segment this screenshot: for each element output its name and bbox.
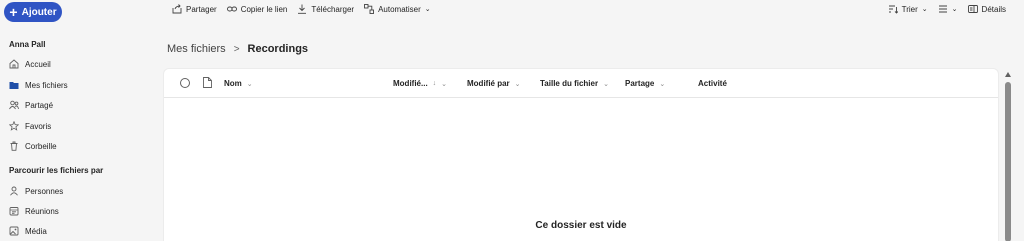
table-header: Nom ⌄ Modifié... ↓ ⌄ Modifié par ⌄ Taill… — [164, 69, 998, 98]
sidebar-item-label: Partagé — [25, 100, 54, 110]
sort-button[interactable]: Trier ⌄ — [888, 4, 928, 14]
download-icon — [298, 4, 307, 14]
view-options-button[interactable]: ⌄ — [938, 4, 958, 14]
automate-label: Automatiser — [378, 4, 421, 14]
download-label: Télécharger — [311, 4, 355, 14]
share-button[interactable]: Partager — [172, 4, 217, 14]
automate-icon — [364, 4, 375, 14]
sidebar-item-label: Corbeille — [25, 141, 57, 151]
column-header-sharing[interactable]: Partage ⌄ — [625, 79, 665, 88]
breadcrumb-separator-icon: > — [233, 43, 240, 55]
image-icon — [9, 226, 19, 236]
vertical-scrollbar[interactable] — [1004, 72, 1012, 241]
column-header-file-size[interactable]: Taille du fichier ⌄ — [540, 79, 609, 88]
toolbar-view-actions: Trier ⌄ ⌄ Détails — [888, 4, 1006, 14]
column-header-label: Taille du fichier — [540, 79, 599, 88]
chevron-down-icon: ⌄ — [921, 6, 928, 13]
column-header-modified[interactable]: Modifié... ↓ ⌄ — [393, 79, 447, 88]
share-label: Partager — [186, 4, 217, 14]
sort-label: Trier — [901, 4, 918, 14]
sidebar-item-label: Accueil — [25, 59, 51, 69]
chevron-down-icon: ⌄ — [951, 6, 958, 13]
plus-icon: + — [9, 3, 18, 20]
home-icon — [9, 59, 19, 69]
column-header-label: Partage — [625, 79, 655, 88]
copy-link-label: Copier le lien — [240, 4, 288, 14]
scroll-up-arrow-icon[interactable] — [1005, 72, 1011, 77]
chevron-down-icon: ⌄ — [441, 80, 448, 88]
people-icon — [9, 100, 19, 110]
column-header-activity[interactable]: Activité — [698, 79, 727, 88]
download-button[interactable]: Télécharger — [297, 4, 354, 14]
user-name: Anna Pall — [9, 40, 46, 49]
details-button[interactable]: Détails — [967, 4, 1006, 14]
chevron-down-icon: ⌄ — [659, 80, 666, 88]
sidebar-item-favorites[interactable]: Favoris — [9, 121, 51, 131]
column-header-label: Activité — [698, 79, 727, 88]
chevron-down-icon: ⌄ — [246, 80, 253, 88]
column-header-label: Modifié par — [467, 79, 510, 88]
breadcrumb-root[interactable]: Mes fichiers — [167, 43, 226, 55]
link-icon — [226, 6, 237, 12]
list-view-icon — [938, 5, 947, 13]
sidebar-item-my-files[interactable]: Mes fichiers — [9, 80, 68, 90]
sort-icon — [888, 5, 898, 14]
column-header-label: Modifié... — [393, 79, 428, 88]
toolbar-actions: Partager Copier le lien Télécharger Auto… — [172, 4, 431, 14]
empty-folder-message: Ce dossier est vide — [535, 220, 627, 231]
browse-section-title: Parcourir les fichiers par — [9, 166, 104, 175]
sidebar-item-meetings[interactable]: Réunions — [9, 206, 59, 216]
column-header-name[interactable]: Nom ⌄ — [224, 79, 253, 88]
details-pane-icon — [967, 5, 978, 13]
add-button[interactable]: + Ajouter — [4, 2, 62, 22]
person-icon — [10, 186, 18, 196]
folder-icon — [9, 82, 19, 89]
sidebar-item-media[interactable]: Média — [9, 226, 47, 236]
sidebar-item-label: Mes fichiers — [25, 80, 68, 90]
automate-button[interactable]: Automatiser ⌄ — [364, 4, 431, 14]
sidebar-item-label: Média — [25, 226, 47, 236]
file-list-panel: Nom ⌄ Modifié... ↓ ⌄ Modifié par ⌄ Taill… — [163, 68, 999, 241]
add-button-label: Ajouter — [21, 6, 57, 18]
chevron-down-icon: ⌄ — [514, 80, 521, 88]
sort-down-arrow-icon: ↓ — [432, 80, 437, 87]
command-bar: + Ajouter Partager Copier le lien Téléch… — [0, 0, 1024, 24]
chevron-down-icon: ⌄ — [424, 6, 431, 13]
sidebar-item-people[interactable]: Personnes — [9, 186, 63, 196]
file-type-icon[interactable] — [203, 77, 212, 88]
chevron-down-icon: ⌄ — [603, 80, 609, 88]
copy-link-button[interactable]: Copier le lien — [226, 4, 288, 14]
column-header-label: Nom — [224, 79, 242, 88]
share-icon — [172, 4, 182, 14]
sidebar-item-home[interactable]: Accueil — [9, 59, 51, 69]
details-label: Détails — [981, 4, 1006, 14]
sidebar-item-recycle-bin[interactable]: Corbeille — [9, 141, 57, 151]
sidebar-item-label: Personnes — [25, 186, 64, 196]
scrollbar-thumb[interactable] — [1005, 82, 1011, 241]
calendar-icon — [9, 207, 19, 216]
breadcrumb-current: Recordings — [247, 43, 309, 55]
breadcrumb: Mes fichiers > Recordings — [167, 43, 308, 55]
star-icon — [9, 121, 19, 131]
sidebar-item-label: Favoris — [25, 121, 52, 131]
trash-icon — [10, 141, 18, 151]
column-header-modified-by[interactable]: Modifié par ⌄ — [467, 79, 521, 88]
sidebar-item-label: Réunions — [25, 206, 59, 216]
select-all-checkbox[interactable] — [180, 78, 190, 88]
sidebar-item-shared[interactable]: Partagé — [9, 100, 53, 110]
